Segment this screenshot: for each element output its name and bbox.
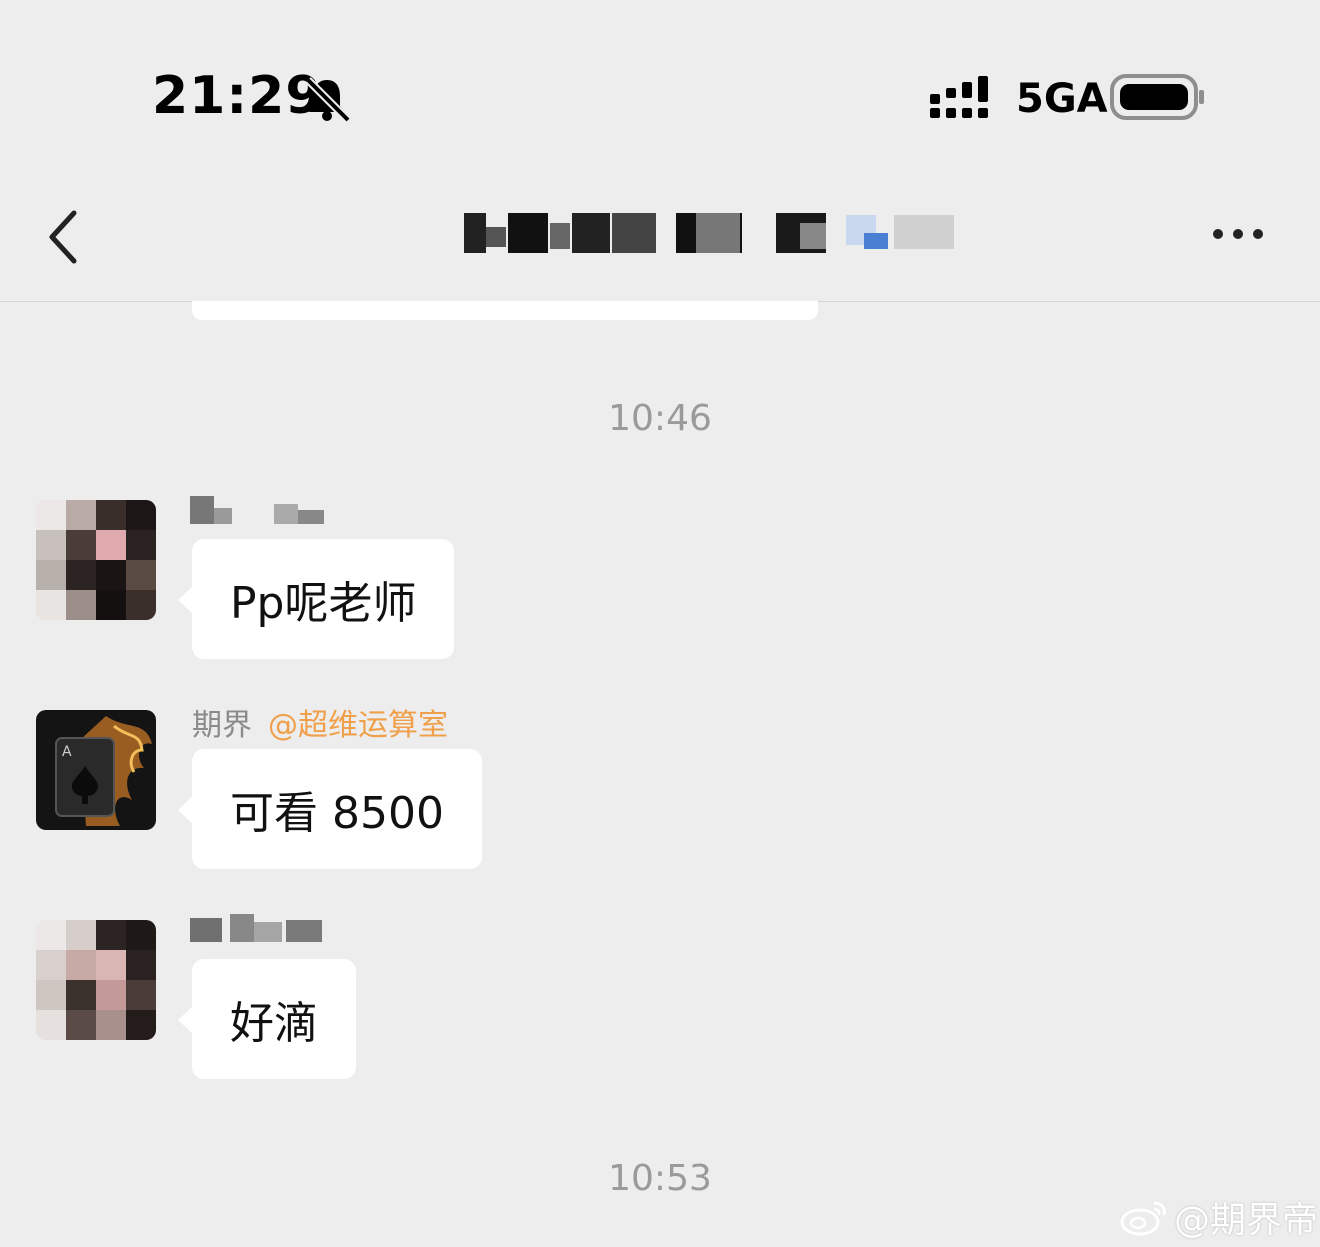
sender-name-blurred	[190, 496, 324, 524]
svg-text:A: A	[62, 744, 72, 760]
chat-header	[0, 175, 1320, 302]
chat-title-blurred	[464, 213, 954, 253]
message-bubble[interactable]: 好滴	[178, 959, 356, 1079]
message-text: Pp呢老师	[230, 578, 417, 629]
avatar[interactable]: A	[36, 710, 156, 830]
chevron-left-icon[interactable]	[40, 207, 88, 267]
status-bar: 21:29 5GA	[0, 0, 1320, 175]
sender-name: 期界 @超维运算室	[192, 700, 448, 744]
network-label: 5GA	[1016, 76, 1108, 122]
sender-name-text: 期界	[192, 708, 252, 743]
watermark-text: @期界帝	[1174, 1200, 1319, 1241]
sender-name-blurred	[190, 914, 322, 942]
weibo-icon	[1120, 1201, 1166, 1236]
message-bubble[interactable]: 可看 8500	[178, 749, 482, 869]
status-time: 21:29	[152, 66, 323, 126]
avatar[interactable]	[36, 920, 156, 1040]
signal-icon	[930, 76, 988, 118]
bell-slash-icon	[305, 77, 351, 123]
weibo-watermark: @期界帝	[1120, 1192, 1318, 1242]
message-text: 可看 8500	[230, 788, 444, 839]
message-text: 好滴	[230, 998, 318, 1049]
battery-icon	[1110, 74, 1204, 120]
more-dots-icon[interactable]	[1208, 219, 1268, 249]
partial-message-bubble[interactable]	[192, 301, 818, 320]
sender-tag[interactable]: @超维运算室	[268, 708, 448, 743]
avatar[interactable]	[36, 500, 156, 620]
message-bubble[interactable]: Pp呢老师	[177, 539, 455, 659]
timestamp: 10:46	[608, 398, 712, 439]
